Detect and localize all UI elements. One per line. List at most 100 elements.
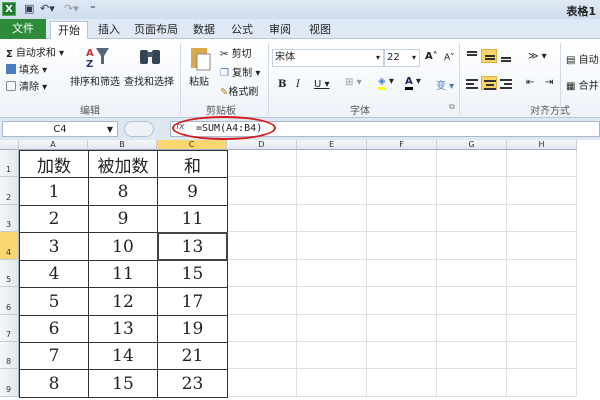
cell[interactable]	[507, 177, 577, 205]
table-cell[interactable]: 21	[157, 342, 228, 370]
find-select-button[interactable]: 查找和选择	[124, 73, 174, 88]
shrink-font-button[interactable]: A˅	[444, 53, 455, 63]
row-header-8[interactable]: 8	[0, 342, 19, 369]
cell[interactable]	[367, 315, 437, 342]
clear-button[interactable]: 清除 ▾	[6, 78, 47, 93]
align-center-button[interactable]	[481, 76, 497, 90]
cell[interactable]	[367, 287, 437, 315]
table-cell[interactable]: 13	[157, 232, 228, 261]
table-cell[interactable]: 12	[88, 287, 158, 316]
phonetic-button[interactable]: 变 ▾	[436, 77, 454, 92]
font-name-select[interactable]: 宋体 ▾	[272, 49, 384, 67]
align-bottom-button[interactable]	[498, 49, 514, 63]
table-cell[interactable]: 9	[157, 177, 228, 206]
cell[interactable]	[227, 369, 297, 397]
cell[interactable]	[297, 260, 367, 287]
table-cell[interactable]: 8	[19, 369, 89, 398]
align-right-button[interactable]	[498, 76, 514, 90]
fill-button[interactable]: 填充 ▾	[6, 61, 47, 76]
cell[interactable]	[227, 315, 297, 342]
cell[interactable]	[297, 177, 367, 205]
grow-font-button[interactable]: A˄	[425, 51, 438, 62]
row-header-2[interactable]: 2	[0, 177, 19, 205]
cell[interactable]	[507, 232, 577, 260]
save-icon[interactable]: ▣	[24, 2, 34, 15]
paste-button[interactable]: 粘贴	[189, 73, 209, 88]
row-header-6[interactable]: 6	[0, 287, 19, 315]
autosum-button[interactable]: Σ 自动求和 ▾	[6, 44, 64, 60]
cell[interactable]	[507, 315, 577, 342]
row-header-5[interactable]: 5	[0, 260, 19, 287]
tab-home[interactable]: 开始	[50, 21, 88, 40]
format-painter-button[interactable]: ✎格式刷	[220, 83, 258, 98]
select-all-button[interactable]	[0, 140, 19, 150]
cell[interactable]	[437, 260, 507, 287]
cell[interactable]	[297, 315, 367, 342]
wrap-text-button[interactable]: ▤ 自动	[566, 51, 599, 66]
row-header-9[interactable]: 9	[0, 369, 19, 397]
italic-button[interactable]: I	[296, 79, 300, 90]
tab-file[interactable]: 文件	[0, 19, 46, 39]
cell[interactable]	[507, 260, 577, 287]
cell[interactable]	[507, 205, 577, 232]
cell[interactable]	[507, 369, 577, 397]
cell[interactable]	[437, 287, 507, 315]
table-cell[interactable]: 14	[88, 342, 158, 370]
cell[interactable]	[297, 205, 367, 232]
column-header-D[interactable]: D	[227, 140, 297, 150]
cell[interactable]	[227, 232, 297, 260]
cell[interactable]	[367, 232, 437, 260]
copy-button[interactable]: ❐ 复制 ▾	[220, 64, 260, 79]
tab-view[interactable]: 视图	[304, 21, 336, 39]
align-middle-button[interactable]	[481, 49, 497, 63]
underline-button[interactable]: U ▾	[314, 79, 330, 90]
tab-data[interactable]: 数据	[188, 21, 220, 39]
table-cell[interactable]: 13	[88, 315, 158, 343]
cell[interactable]	[367, 260, 437, 287]
cell[interactable]	[437, 177, 507, 205]
table-cell[interactable]: 8	[88, 177, 158, 206]
row-header-4[interactable]: 4	[0, 232, 19, 260]
cell[interactable]	[227, 342, 297, 369]
font-dialog-launcher-icon[interactable]: ⧉	[449, 102, 455, 112]
cell[interactable]	[367, 177, 437, 205]
align-top-button[interactable]	[464, 49, 480, 63]
table-cell[interactable]: 6	[19, 315, 89, 343]
cell[interactable]	[507, 342, 577, 369]
cell[interactable]	[227, 177, 297, 205]
column-header-A[interactable]: A	[19, 140, 88, 150]
cell[interactable]	[297, 369, 367, 397]
sort-filter-button[interactable]: 排序和筛选	[70, 73, 120, 88]
table-cell[interactable]: 19	[157, 315, 228, 343]
cell[interactable]	[437, 342, 507, 369]
cell[interactable]	[227, 150, 297, 177]
table-cell[interactable]: 7	[19, 342, 89, 370]
table-cell[interactable]: 23	[157, 369, 228, 398]
formula-bar-splitter[interactable]	[124, 121, 154, 137]
cell[interactable]	[437, 150, 507, 177]
tab-insert[interactable]: 插入	[92, 21, 126, 39]
cell[interactable]	[507, 150, 577, 177]
table-cell[interactable]: 3	[19, 232, 89, 261]
align-left-button[interactable]	[464, 76, 480, 90]
tab-review[interactable]: 审阅	[264, 21, 296, 39]
tab-formulas[interactable]: 公式	[226, 21, 258, 39]
column-header-G[interactable]: G	[437, 140, 507, 150]
row-header-3[interactable]: 3	[0, 205, 19, 232]
cell[interactable]	[297, 232, 367, 260]
font-size-select[interactable]: 22 ▾	[384, 49, 420, 67]
table-cell[interactable]: 9	[88, 205, 158, 233]
table-header-cell[interactable]: 和	[157, 150, 228, 178]
table-cell[interactable]: 2	[19, 205, 89, 233]
cut-button[interactable]: ✂ 剪切	[220, 45, 252, 60]
column-header-E[interactable]: E	[297, 140, 367, 150]
name-box[interactable]: C4 ▼	[2, 121, 118, 137]
redo-icon[interactable]: ↷▾	[64, 2, 79, 15]
table-cell[interactable]: 5	[19, 287, 89, 316]
row-header-7[interactable]: 7	[0, 315, 19, 342]
fill-color-button[interactable]: ◈ ▾	[378, 76, 394, 90]
cell[interactable]	[437, 315, 507, 342]
cell[interactable]	[437, 232, 507, 260]
tab-page-layout[interactable]: 页面布局	[130, 21, 182, 39]
cell[interactable]	[367, 150, 437, 177]
